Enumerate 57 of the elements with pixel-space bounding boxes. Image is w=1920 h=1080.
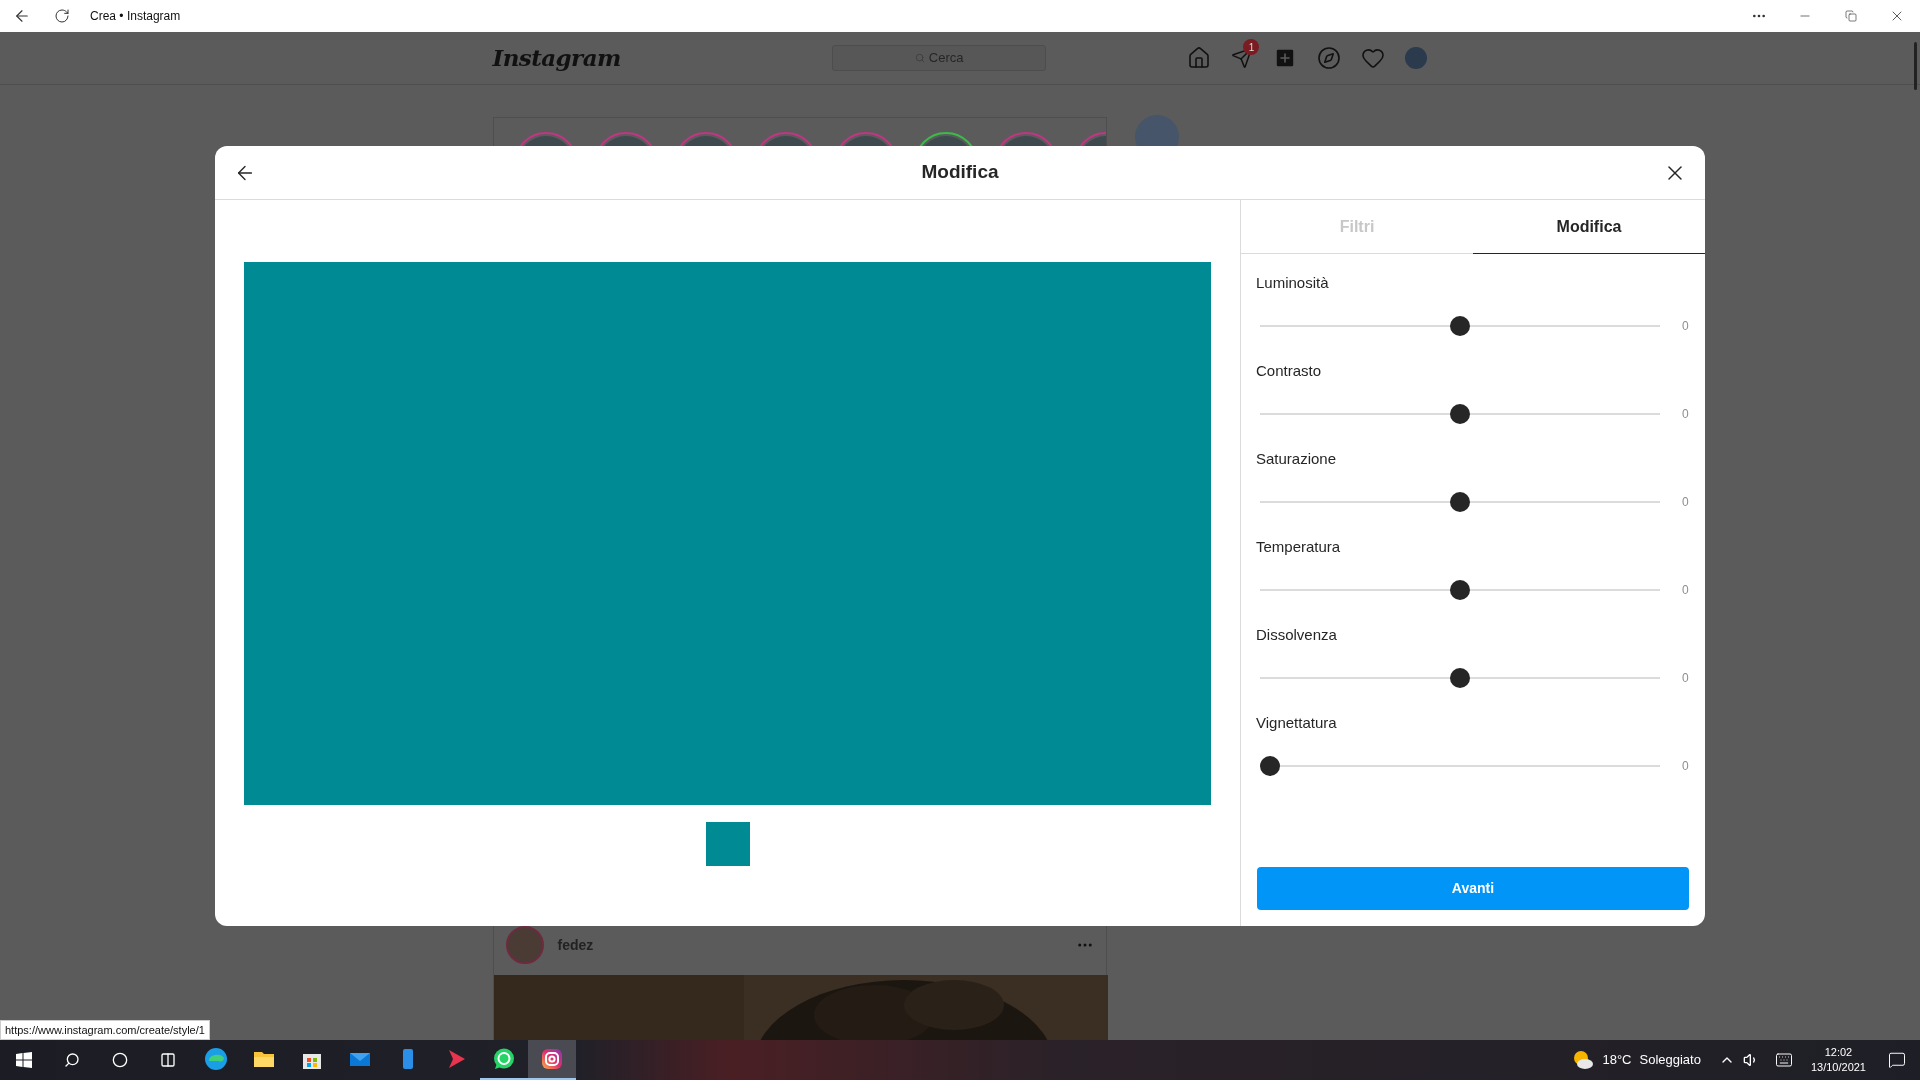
slider-thumb[interactable] — [1450, 492, 1470, 512]
window-title: Crea • Instagram — [90, 8, 181, 25]
slider[interactable] — [1260, 668, 1660, 688]
image-thumbnail[interactable] — [705, 822, 750, 866]
next-button[interactable]: Avanti — [1257, 867, 1689, 910]
slider-value: 0 — [1682, 494, 1689, 511]
slider-value: 0 — [1682, 582, 1689, 599]
slider-value: 0 — [1682, 670, 1689, 687]
notification-badge: 1 — [1243, 39, 1260, 55]
slider-thumb[interactable] — [1450, 404, 1470, 424]
slider-value: 0 — [1682, 318, 1689, 335]
task-view-icon — [160, 1052, 176, 1068]
clock-date: 13/10/2021 — [1810, 1060, 1866, 1075]
slider-value: 0 — [1682, 406, 1689, 423]
browser-icon — [204, 1047, 228, 1071]
home-icon[interactable] — [1187, 46, 1212, 70]
slider-thumb[interactable] — [1260, 756, 1280, 776]
adjustment-label: Saturazione — [1256, 449, 1338, 468]
search-icon — [914, 53, 925, 63]
status-url: https://www.instagram.com/create/style/1 — [0, 1020, 210, 1040]
post-username[interactable]: fedez — [557, 934, 594, 956]
sun-cloud-icon[interactable] — [1572, 1049, 1595, 1071]
slider[interactable] — [1260, 492, 1660, 512]
windows-logo-icon — [16, 1052, 32, 1068]
refresh-icon — [54, 8, 70, 24]
camera-icon — [540, 1047, 564, 1071]
instagram-logo[interactable]: Instagram — [492, 40, 621, 76]
adjustment-label: Luminosità — [1256, 273, 1330, 292]
scrollbar[interactable] — [1914, 42, 1917, 90]
back-icon — [13, 7, 31, 25]
slider[interactable] — [1260, 580, 1660, 600]
clock-time: 12:02 — [1824, 1045, 1853, 1060]
slider-thumb[interactable] — [1450, 668, 1470, 688]
notification-icon[interactable] — [1888, 1051, 1906, 1069]
slider[interactable] — [1260, 756, 1660, 776]
weather-temperature[interactable]: 18°C — [1602, 1050, 1632, 1070]
heart-icon[interactable] — [1361, 46, 1386, 70]
slider-value: 0 — [1682, 758, 1689, 775]
slider[interactable] — [1260, 404, 1660, 424]
taskbar-app[interactable] — [528, 1040, 576, 1080]
clock[interactable]: 12:02 13/10/2021 — [1810, 1045, 1866, 1075]
compass-icon[interactable] — [1317, 46, 1342, 70]
circle-icon — [112, 1052, 128, 1068]
tab[interactable]: Filtri — [1241, 200, 1473, 254]
adjustment-label: Dissolvenza — [1256, 625, 1338, 644]
weather-condition[interactable]: Soleggiato — [1639, 1050, 1701, 1070]
tab[interactable]: Modifica — [1473, 200, 1705, 254]
chat-icon — [492, 1047, 516, 1071]
adjustment-label: Contrasto — [1256, 361, 1323, 380]
adjustment-label: Vignettatura — [1256, 713, 1338, 732]
dialog-title: Modifica — [921, 160, 999, 185]
slider[interactable] — [1260, 316, 1660, 336]
adjustment-label: Temperatura — [1256, 537, 1342, 556]
restore-icon — [1845, 10, 1857, 22]
slider-thumb[interactable] — [1450, 580, 1470, 600]
slider-thumb[interactable] — [1450, 316, 1470, 336]
search-icon — [64, 1052, 80, 1068]
